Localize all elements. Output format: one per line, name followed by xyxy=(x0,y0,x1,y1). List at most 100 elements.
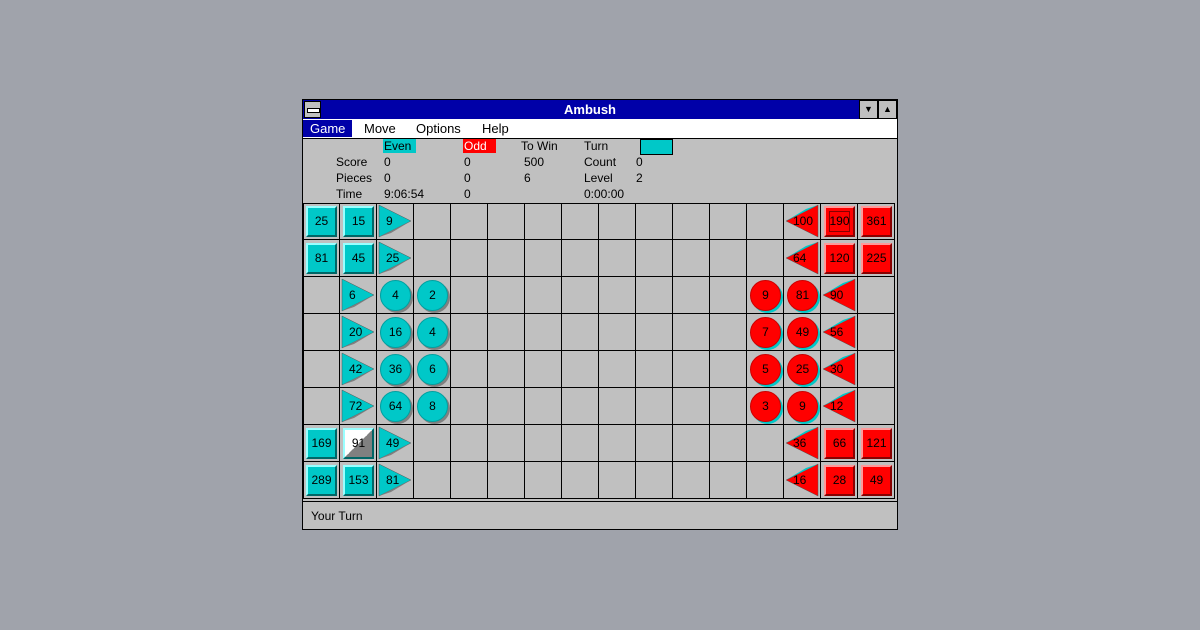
board-cell[interactable] xyxy=(710,351,747,388)
board-cell[interactable] xyxy=(414,462,451,499)
board-cell[interactable]: 7 xyxy=(747,314,784,351)
even-triangle-piece[interactable]: 72 xyxy=(340,388,377,425)
board-cell[interactable] xyxy=(673,277,710,314)
board-cell[interactable]: 153 xyxy=(340,462,377,499)
board-cell[interactable]: 190 xyxy=(821,203,858,240)
odd-circle-piece[interactable]: 7 xyxy=(750,317,781,348)
odd-square-piece[interactable]: 49 xyxy=(861,465,892,496)
even-circle-piece[interactable]: 16 xyxy=(380,317,411,348)
board-cell[interactable] xyxy=(451,351,488,388)
board-cell[interactable] xyxy=(525,425,562,462)
even-triangle-piece[interactable]: 6 xyxy=(340,277,377,314)
board-cell[interactable]: 121 xyxy=(858,425,895,462)
board-cell[interactable] xyxy=(303,277,340,314)
board-cell[interactable] xyxy=(562,240,599,277)
board-cell[interactable]: 5 xyxy=(747,351,784,388)
even-circle-piece[interactable]: 4 xyxy=(417,317,448,348)
board-cell[interactable] xyxy=(488,462,525,499)
board-cell[interactable] xyxy=(562,277,599,314)
board-cell[interactable] xyxy=(599,203,636,240)
board-cell[interactable] xyxy=(710,462,747,499)
minimize-button[interactable]: ▼ xyxy=(859,100,878,119)
board-cell[interactable] xyxy=(710,203,747,240)
board-cell[interactable] xyxy=(451,314,488,351)
board-cell[interactable] xyxy=(488,240,525,277)
board-cell[interactable] xyxy=(599,314,636,351)
board-cell[interactable]: 90 xyxy=(821,277,858,314)
board-cell[interactable] xyxy=(673,388,710,425)
odd-triangle-piece[interactable]: 30 xyxy=(821,351,858,388)
board-cell[interactable]: 36 xyxy=(377,351,414,388)
board-cell[interactable] xyxy=(303,388,340,425)
odd-square-piece[interactable]: 361 xyxy=(861,206,892,237)
board-cell[interactable]: 81 xyxy=(784,277,821,314)
board-cell[interactable]: 25 xyxy=(377,240,414,277)
board-cell[interactable]: 81 xyxy=(303,240,340,277)
board-cell[interactable] xyxy=(858,351,895,388)
board-cell[interactable] xyxy=(710,388,747,425)
board-cell[interactable]: 91 xyxy=(340,425,377,462)
board-cell[interactable]: 361 xyxy=(858,203,895,240)
odd-triangle-piece[interactable]: 64 xyxy=(784,240,821,277)
board-cell[interactable] xyxy=(451,240,488,277)
board-cell[interactable] xyxy=(673,203,710,240)
board-cell[interactable]: 25 xyxy=(784,351,821,388)
even-square-piece[interactable]: 15 xyxy=(343,206,374,237)
even-square-piece[interactable]: 91 xyxy=(343,428,374,459)
board-cell[interactable]: 9 xyxy=(784,388,821,425)
even-triangle-piece[interactable]: 81 xyxy=(377,462,414,499)
board-cell[interactable] xyxy=(636,351,673,388)
board-cell[interactable] xyxy=(747,462,784,499)
board-cell[interactable] xyxy=(636,425,673,462)
board-cell[interactable]: 6 xyxy=(340,277,377,314)
board-cell[interactable] xyxy=(414,425,451,462)
odd-square-piece[interactable]: 28 xyxy=(824,465,855,496)
menu-options[interactable]: Options xyxy=(409,120,468,137)
board-cell[interactable]: 36 xyxy=(784,425,821,462)
odd-circle-piece[interactable]: 3 xyxy=(750,391,781,422)
board-cell[interactable]: 56 xyxy=(821,314,858,351)
odd-square-piece[interactable]: 66 xyxy=(824,428,855,459)
board-cell[interactable]: 120 xyxy=(821,240,858,277)
even-circle-piece[interactable]: 64 xyxy=(380,391,411,422)
board-cell[interactable]: 49 xyxy=(858,462,895,499)
odd-triangle-piece[interactable]: 12 xyxy=(821,388,858,425)
board-cell[interactable] xyxy=(562,388,599,425)
board-cell[interactable] xyxy=(673,425,710,462)
even-circle-piece[interactable]: 6 xyxy=(417,354,448,385)
board-cell[interactable] xyxy=(636,314,673,351)
board-cell[interactable] xyxy=(599,425,636,462)
board-cell[interactable] xyxy=(747,240,784,277)
board-cell[interactable] xyxy=(710,240,747,277)
menu-help[interactable]: Help xyxy=(475,120,516,137)
board-cell[interactable] xyxy=(488,314,525,351)
odd-triangle-piece[interactable]: 56 xyxy=(821,314,858,351)
board-cell[interactable]: 66 xyxy=(821,425,858,462)
game-board[interactable]: 25 15 9 100 190 361 81 45 25 64 120 225 6 4 2 9 81 90 20 16… xyxy=(303,203,895,501)
board-cell[interactable] xyxy=(636,203,673,240)
board-cell[interactable] xyxy=(562,203,599,240)
even-square-piece[interactable]: 45 xyxy=(343,243,374,274)
board-cell[interactable] xyxy=(673,240,710,277)
maximize-button[interactable]: ▲ xyxy=(878,100,897,119)
board-cell[interactable] xyxy=(636,462,673,499)
board-cell[interactable] xyxy=(303,314,340,351)
board-cell[interactable] xyxy=(488,388,525,425)
menu-game[interactable]: Game xyxy=(303,120,353,137)
board-cell[interactable] xyxy=(747,203,784,240)
board-cell[interactable]: 28 xyxy=(821,462,858,499)
board-cell[interactable] xyxy=(303,351,340,388)
odd-square-piece[interactable]: 120 xyxy=(824,243,855,274)
board-cell[interactable]: 9 xyxy=(747,277,784,314)
board-cell[interactable] xyxy=(858,388,895,425)
board-cell[interactable] xyxy=(636,240,673,277)
board-cell[interactable] xyxy=(710,425,747,462)
board-cell[interactable] xyxy=(488,425,525,462)
odd-circle-piece[interactable]: 25 xyxy=(787,354,818,385)
board-cell[interactable] xyxy=(562,351,599,388)
even-square-piece[interactable]: 25 xyxy=(306,206,337,237)
board-cell[interactable]: 72 xyxy=(340,388,377,425)
system-menu-button[interactable] xyxy=(304,101,321,118)
title-bar[interactable]: Ambush ▼ ▲ xyxy=(303,100,897,119)
even-triangle-piece[interactable]: 42 xyxy=(340,351,377,388)
